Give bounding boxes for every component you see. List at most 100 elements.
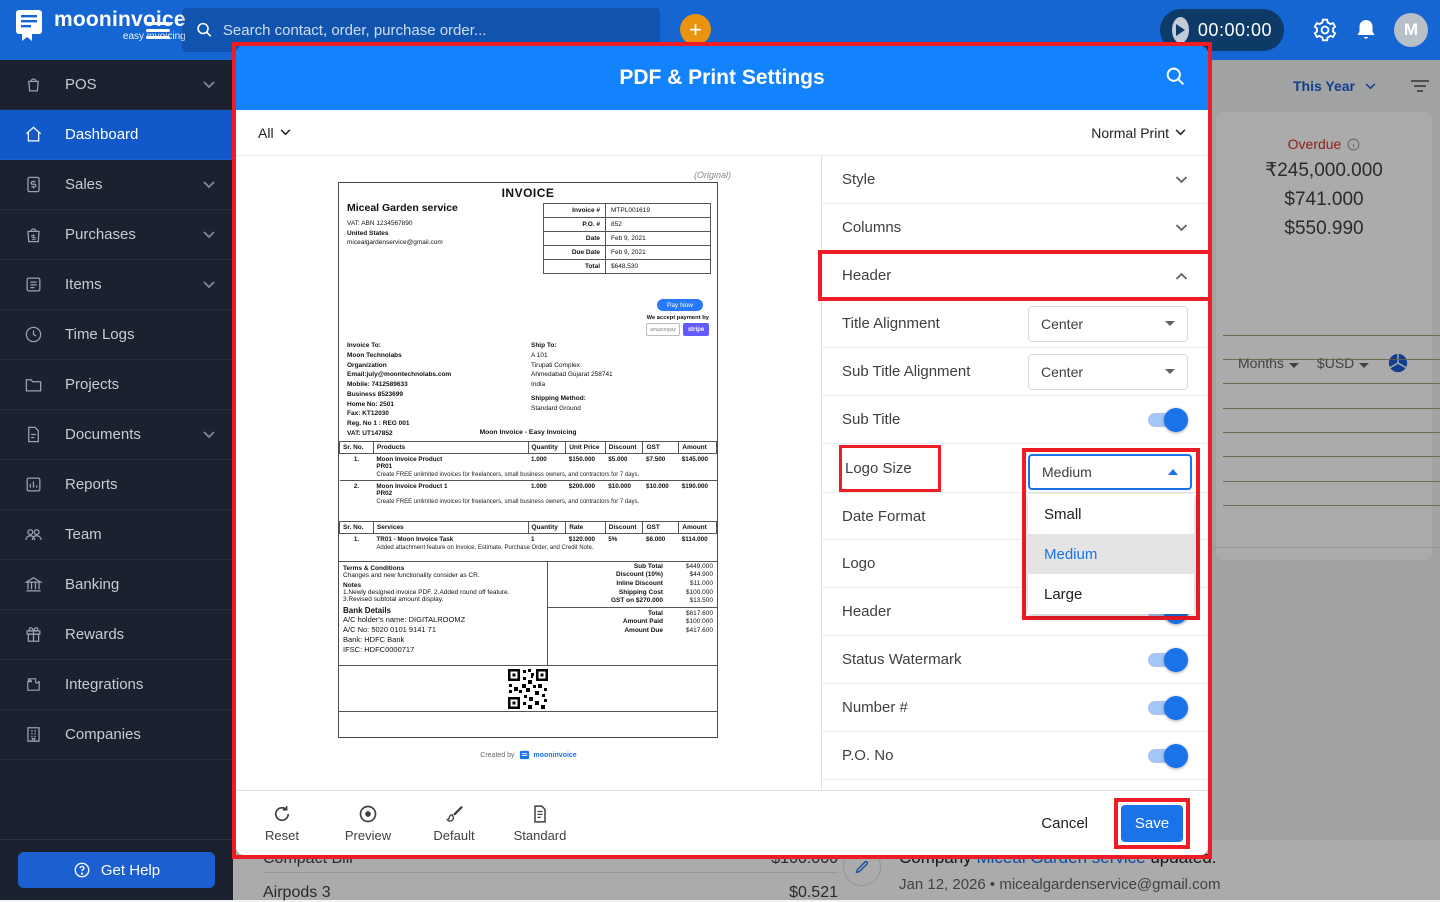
stripe-badge: stripe <box>683 323 709 336</box>
sub-title-toggle[interactable] <box>1148 407 1188 432</box>
chevron-down-icon <box>203 180 215 188</box>
logo-size-select[interactable]: Medium <box>1028 454 1192 490</box>
chevron-down-icon <box>203 230 215 238</box>
sidebar-item-dashboard[interactable]: Dashboard <box>0 110 233 160</box>
save-annotation-box: Save <box>1114 797 1190 849</box>
sidebar-item-time-logs[interactable]: Time Logs <box>0 310 233 360</box>
modal-search-icon[interactable] <box>1165 66 1186 87</box>
sidebar-item-projects[interactable]: Projects <box>0 360 233 410</box>
cancel-button[interactable]: Cancel <box>1041 815 1088 832</box>
modal-footer: Reset Preview Default Standard Cancel Sa… <box>236 790 1208 855</box>
invoice-company-name: Miceal Garden service <box>347 202 458 214</box>
section-header[interactable]: Header <box>818 250 1212 301</box>
sidebar-item-integrations[interactable]: Integrations <box>0 660 233 710</box>
reset-icon <box>274 805 290 821</box>
po-no-toggle[interactable] <box>1148 743 1188 768</box>
sidebar-item-documents[interactable]: Documents <box>0 410 233 460</box>
folder-icon <box>25 379 42 392</box>
logo-size-annotation-box: Medium Small Medium Large <box>1022 448 1200 620</box>
sidebar-item-items[interactable]: Items <box>0 260 233 310</box>
pdf-print-settings-modal: PDF & Print Settings All Normal Print (O… <box>236 46 1212 855</box>
play-icon[interactable] <box>1172 17 1189 43</box>
chevron-down-icon <box>1175 129 1186 136</box>
invoice-meta-table: Invoice # MTPL001619 P.O. #852 Date Feb 9,… <box>543 203 711 274</box>
standard-doc-icon <box>534 804 546 823</box>
chevron-up-icon <box>1175 272 1188 280</box>
sidebar-item-rewards[interactable]: Rewards <box>0 610 233 660</box>
created-by-text: Created by <box>480 752 515 759</box>
user-avatar[interactable]: M <box>1394 13 1428 47</box>
option-large[interactable]: Large <box>1028 574 1194 614</box>
row-po-no: P.O. No <box>822 732 1208 780</box>
chevron-down-icon <box>203 80 215 88</box>
default-button[interactable]: Default <box>426 804 482 843</box>
sidebar-item-companies[interactable]: Companies <box>0 710 233 760</box>
sidebar-item-banking[interactable]: Banking <box>0 560 233 610</box>
accept-payment-text: We accept payment by <box>646 315 709 321</box>
services-table: Sr. No. Services Quantity Rate Discount GST… <box>339 521 717 553</box>
pay-now-button: Pay Now <box>657 299 703 311</box>
invoice-title: INVOICE <box>501 186 555 200</box>
modal-title: PDF & Print Settings <box>619 66 825 89</box>
purchase-bag-icon <box>27 228 40 243</box>
save-button[interactable]: Save <box>1121 804 1183 842</box>
section-columns[interactable]: Columns <box>822 204 1208 252</box>
sidebar-divider <box>0 839 233 840</box>
items-list-icon <box>26 277 41 292</box>
chevron-down-icon <box>203 280 215 288</box>
sidebar-item-purchases[interactable]: Purchases <box>0 210 233 260</box>
qr-code <box>507 667 549 710</box>
sub-title-alignment-select[interactable]: Center <box>1028 353 1188 390</box>
get-help-button[interactable]: Get Help <box>18 852 215 888</box>
number-toggle[interactable] <box>1148 695 1188 720</box>
chevron-down-icon <box>1175 223 1188 231</box>
reset-button[interactable]: Reset <box>254 804 310 843</box>
mooninvoice-logo-icon <box>16 10 42 41</box>
sidebar-item-sales[interactable]: Sales <box>0 160 233 210</box>
brush-icon <box>446 805 463 822</box>
bank-icon <box>24 577 43 592</box>
qr-code-row <box>339 665 717 711</box>
title-alignment-select[interactable]: Center <box>1028 305 1188 342</box>
sidebar-item-team[interactable]: Team <box>0 510 233 560</box>
row-logo-size: Logo Size Medium Small Medium Large <box>822 444 1208 620</box>
products-table: Sr. No. Products Quantity Unit Price Disco… <box>339 441 717 507</box>
status-watermark-toggle[interactable] <box>1148 647 1188 672</box>
notifications-bell-icon[interactable] <box>1354 17 1378 43</box>
sales-doc-icon <box>27 176 40 193</box>
hamburger-menu-icon[interactable] <box>146 18 170 42</box>
team-icon <box>25 529 42 541</box>
row-status-watermark: Status Watermark <box>822 636 1208 684</box>
option-medium[interactable]: Medium <box>1028 534 1194 574</box>
chevron-down-icon <box>280 129 290 136</box>
standard-button[interactable]: Standard <box>512 804 568 843</box>
logo-size-label: Logo Size <box>839 444 941 492</box>
row-sub-title-alignment: Sub Title Alignment Center <box>822 348 1208 396</box>
settings-pane: Style Columns Header Title Alignment Cen… <box>818 156 1212 790</box>
all-filter-dropdown[interactable]: All <box>258 125 291 141</box>
ship-to-block: Ship To: A 101 Tirupati Complex Ahmedaba… <box>531 342 613 412</box>
invoice-tagline: Moon Invoice - Easy Invoicing <box>479 429 577 436</box>
basket-icon <box>28 78 39 92</box>
bar-chart-icon <box>26 477 41 492</box>
sidebar-item-reports[interactable]: Reports <box>0 460 233 510</box>
terms-notes-bank-block: Terms & Conditions Changes and new funct… <box>343 565 510 655</box>
option-small[interactable]: Small <box>1028 494 1194 534</box>
print-mode-dropdown[interactable]: Normal Print <box>1091 125 1186 141</box>
search-icon <box>197 22 212 37</box>
sidebar-item-pos[interactable]: POS <box>0 60 233 110</box>
search-input[interactable] <box>222 21 646 39</box>
preview-eye-icon <box>359 805 377 822</box>
add-button[interactable]: + <box>680 14 711 45</box>
clock-icon <box>25 326 42 343</box>
preview-button[interactable]: Preview <box>340 804 396 843</box>
invoice-to-block: Invoice To: Moon Technolabs Organization… <box>347 342 452 437</box>
building-icon <box>27 727 40 742</box>
mooninvoice-mini-logo <box>519 750 529 760</box>
row-title-alignment: Title Alignment Center <box>822 300 1208 348</box>
settings-gear-icon[interactable] <box>1312 17 1338 43</box>
help-icon <box>74 862 90 878</box>
invoice-page: INVOICE Miceal Garden service VAT: ABN 1… <box>338 182 718 738</box>
puzzle-icon <box>27 678 40 691</box>
section-style[interactable]: Style <box>822 156 1208 204</box>
